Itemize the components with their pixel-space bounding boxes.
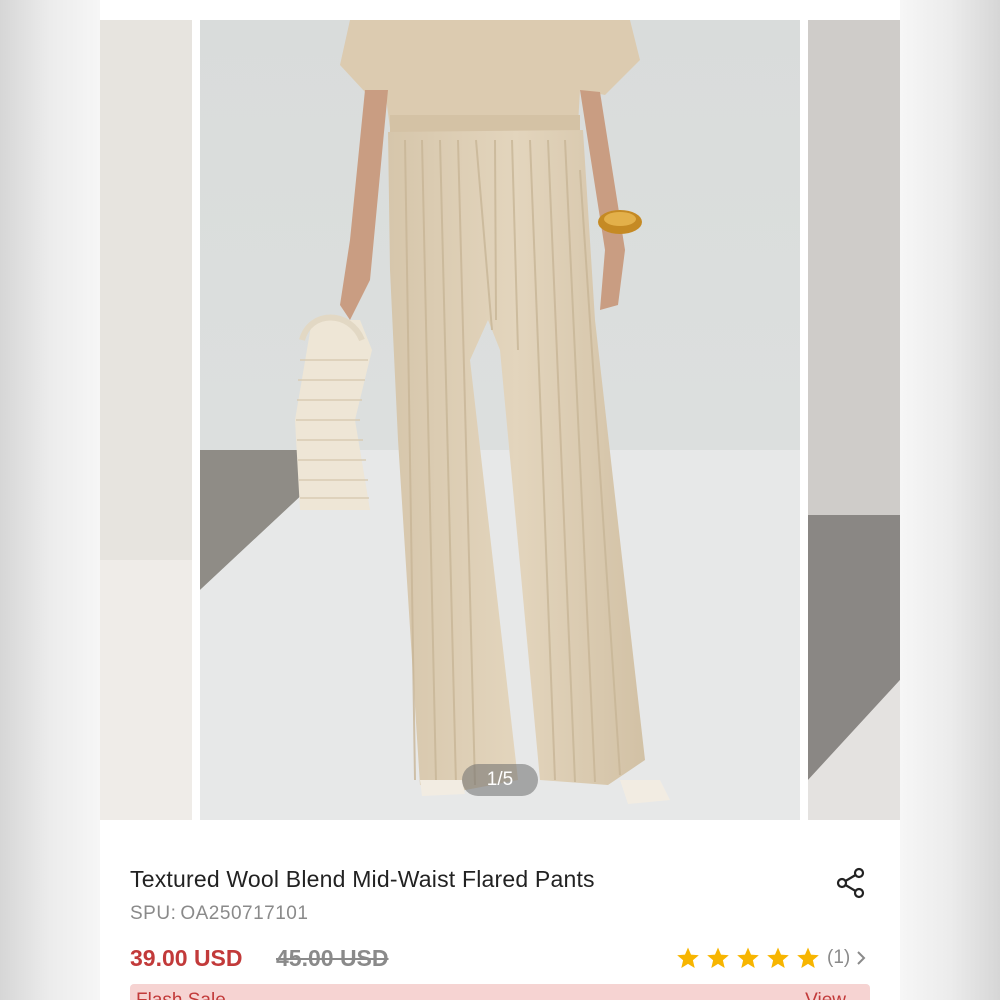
spu-value: OA250717101 — [180, 903, 309, 924]
spu-label: SPU: — [130, 903, 177, 924]
flash-sale-banner[interactable]: Flash Sale View — [130, 984, 870, 1000]
star-icon — [677, 947, 699, 968]
product-spu: SPU: OA250717101 — [130, 903, 308, 925]
star-icon — [797, 947, 819, 968]
product-title: Textured Wool Blend Mid-Waist Flared Pan… — [130, 866, 595, 892]
share-icon[interactable] — [834, 866, 868, 900]
star-icon — [767, 947, 789, 968]
star-icon — [737, 947, 759, 968]
star-icon — [707, 947, 729, 968]
gallery-next-slide[interactable] — [808, 20, 900, 820]
review-count: (1) — [827, 947, 851, 968]
product-main-image[interactable] — [200, 20, 800, 820]
flash-sale-label: Flash Sale — [136, 990, 226, 1000]
sale-price: 39.00 USD — [130, 945, 243, 971]
product-card: 1/5 Textured Wool Blend Mid-Waist Flared… — [100, 0, 900, 1000]
gallery-prev-slide[interactable] — [100, 20, 192, 820]
gallery-pager: 1/5 — [462, 764, 538, 796]
rating-summary[interactable]: (1) — [676, 943, 868, 973]
product-gallery[interactable]: 1/5 — [100, 20, 900, 820]
original-price: 45.00 USD — [276, 945, 389, 971]
chevron-right-icon — [857, 951, 866, 965]
flash-sale-view-link[interactable]: View — [805, 990, 846, 1000]
